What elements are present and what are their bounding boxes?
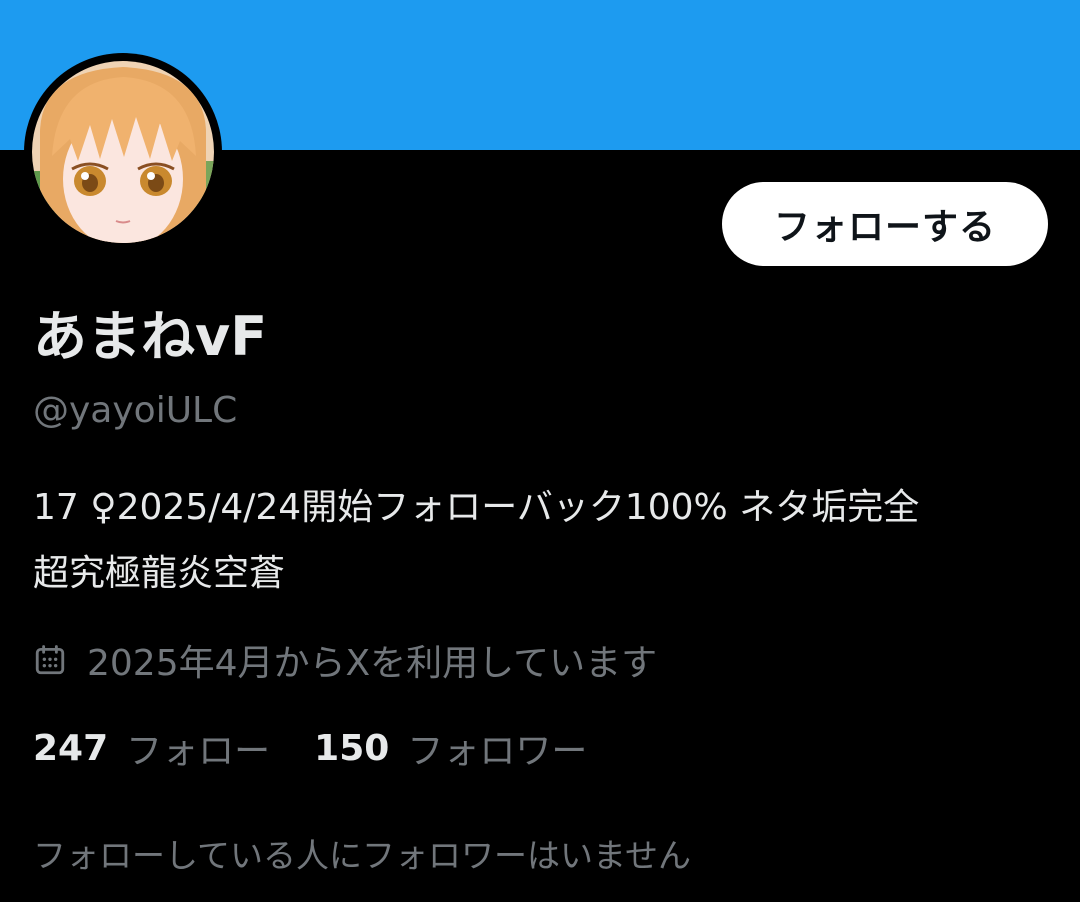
followers-link[interactable]: 150 フォロワー [314,722,587,774]
joined-text: 2025年4月からXを利用しています [87,643,658,684]
followers-count: 150 [314,727,390,769]
bio-line-2: 超究極龍炎空蒼 [33,553,286,594]
avatar[interactable] [24,53,222,251]
following-link[interactable]: 247 フォロー [33,722,270,774]
following-count: 247 [33,727,109,769]
calendar-icon [35,645,65,675]
user-handle: @yayoiULC [33,390,238,431]
follow-button[interactable]: フォローする [722,182,1048,266]
mutual-followers-text: フォローしている人にフォロワーはいません [33,836,692,875]
following-label: フォロー [126,731,271,772]
display-name: あまねvF [33,305,268,368]
follow-stats: 247 フォロー 150 フォロワー [33,722,631,774]
bio-line-1: 17 ♀2025/4/24開始フォローバック100% ネタ垢完全 [33,487,920,528]
joined-date: 2025年4月からXを利用しています [33,636,657,684]
followers-label: フォロワー [407,731,588,772]
profile-bio: 17 ♀2025/4/24開始フォローバック100% ネタ垢完全 超究極龍炎空蒼 [33,475,1053,607]
avatar-image [32,61,214,243]
profile-page: フォローする あまねvF @yayoiULC 17 ♀2025/4/24開始フォ… [0,0,1080,902]
